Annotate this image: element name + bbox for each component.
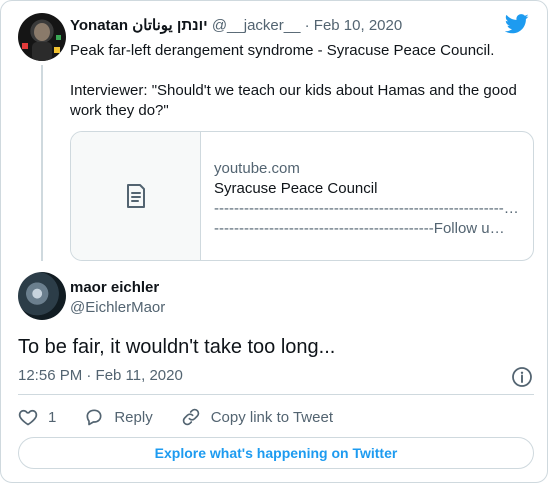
tweet-embed-card: Yonatan יונתן يوناتان @__jacker__ · Feb … xyxy=(0,0,548,483)
reply-author-avatar[interactable] xyxy=(18,272,66,320)
parent-tweet-header: Yonatan יונתן يوناتان @__jacker__ · Feb … xyxy=(70,16,402,34)
reply-label: Reply xyxy=(114,408,153,426)
document-icon xyxy=(126,184,145,208)
link-domain: youtube.com xyxy=(214,160,300,177)
reply-author-handle[interactable]: @EichlerMaor xyxy=(70,299,165,316)
info-icon[interactable] xyxy=(511,366,533,388)
reply-button[interactable]: Reply xyxy=(84,407,153,427)
link-description: ----------------------------------------… xyxy=(214,200,519,217)
tweet-actions-bar: 1 Reply Copy link to Tweet xyxy=(18,405,361,429)
parent-author-avatar[interactable] xyxy=(18,13,66,61)
parent-author-handle[interactable]: @__jacker__ xyxy=(212,17,301,34)
reply-tweet-text: To be fair, it wouldn't take too long... xyxy=(18,336,336,358)
like-button[interactable]: 1 xyxy=(18,407,56,427)
link-description: ----------------------------------------… xyxy=(214,220,505,237)
parent-tweet-line: Peak far-left derangement syndrome - Syr… xyxy=(70,42,495,59)
like-count: 1 xyxy=(48,408,57,426)
heart-icon xyxy=(18,409,38,426)
link-preview-thumbnail xyxy=(71,132,201,260)
divider xyxy=(18,394,534,395)
link-preview-card[interactable]: youtube.com Syracuse Peace Council -----… xyxy=(70,131,534,261)
header-separator: · xyxy=(300,17,314,34)
link-title: Syracuse Peace Council xyxy=(214,180,378,197)
copy-link-button[interactable]: Copy link to Tweet xyxy=(181,407,333,427)
parent-tweet-line: Interviewer: "Should't we teach our kids… xyxy=(70,82,517,119)
reply-timestamp[interactable]: 12:56 PM · Feb 11, 2020 xyxy=(18,367,183,384)
thread-connector-line xyxy=(41,65,43,261)
speech-bubble-icon xyxy=(86,409,102,426)
parent-tweet-text: Peak far-left derangement syndrome - Syr… xyxy=(70,41,530,121)
twitter-bird-icon[interactable] xyxy=(505,14,529,34)
copy-link-label: Copy link to Tweet xyxy=(210,408,333,426)
link-preview-body: youtube.com Syracuse Peace Council -----… xyxy=(214,159,524,239)
parent-author-name[interactable]: Yonatan יונתן يوناتان xyxy=(70,17,208,34)
reply-author-name[interactable]: maor eichler xyxy=(70,279,159,296)
explore-twitter-button[interactable]: Explore what's happening on Twitter xyxy=(18,437,534,469)
link-icon xyxy=(182,408,199,426)
parent-tweet-date[interactable]: Feb 10, 2020 xyxy=(314,17,402,34)
